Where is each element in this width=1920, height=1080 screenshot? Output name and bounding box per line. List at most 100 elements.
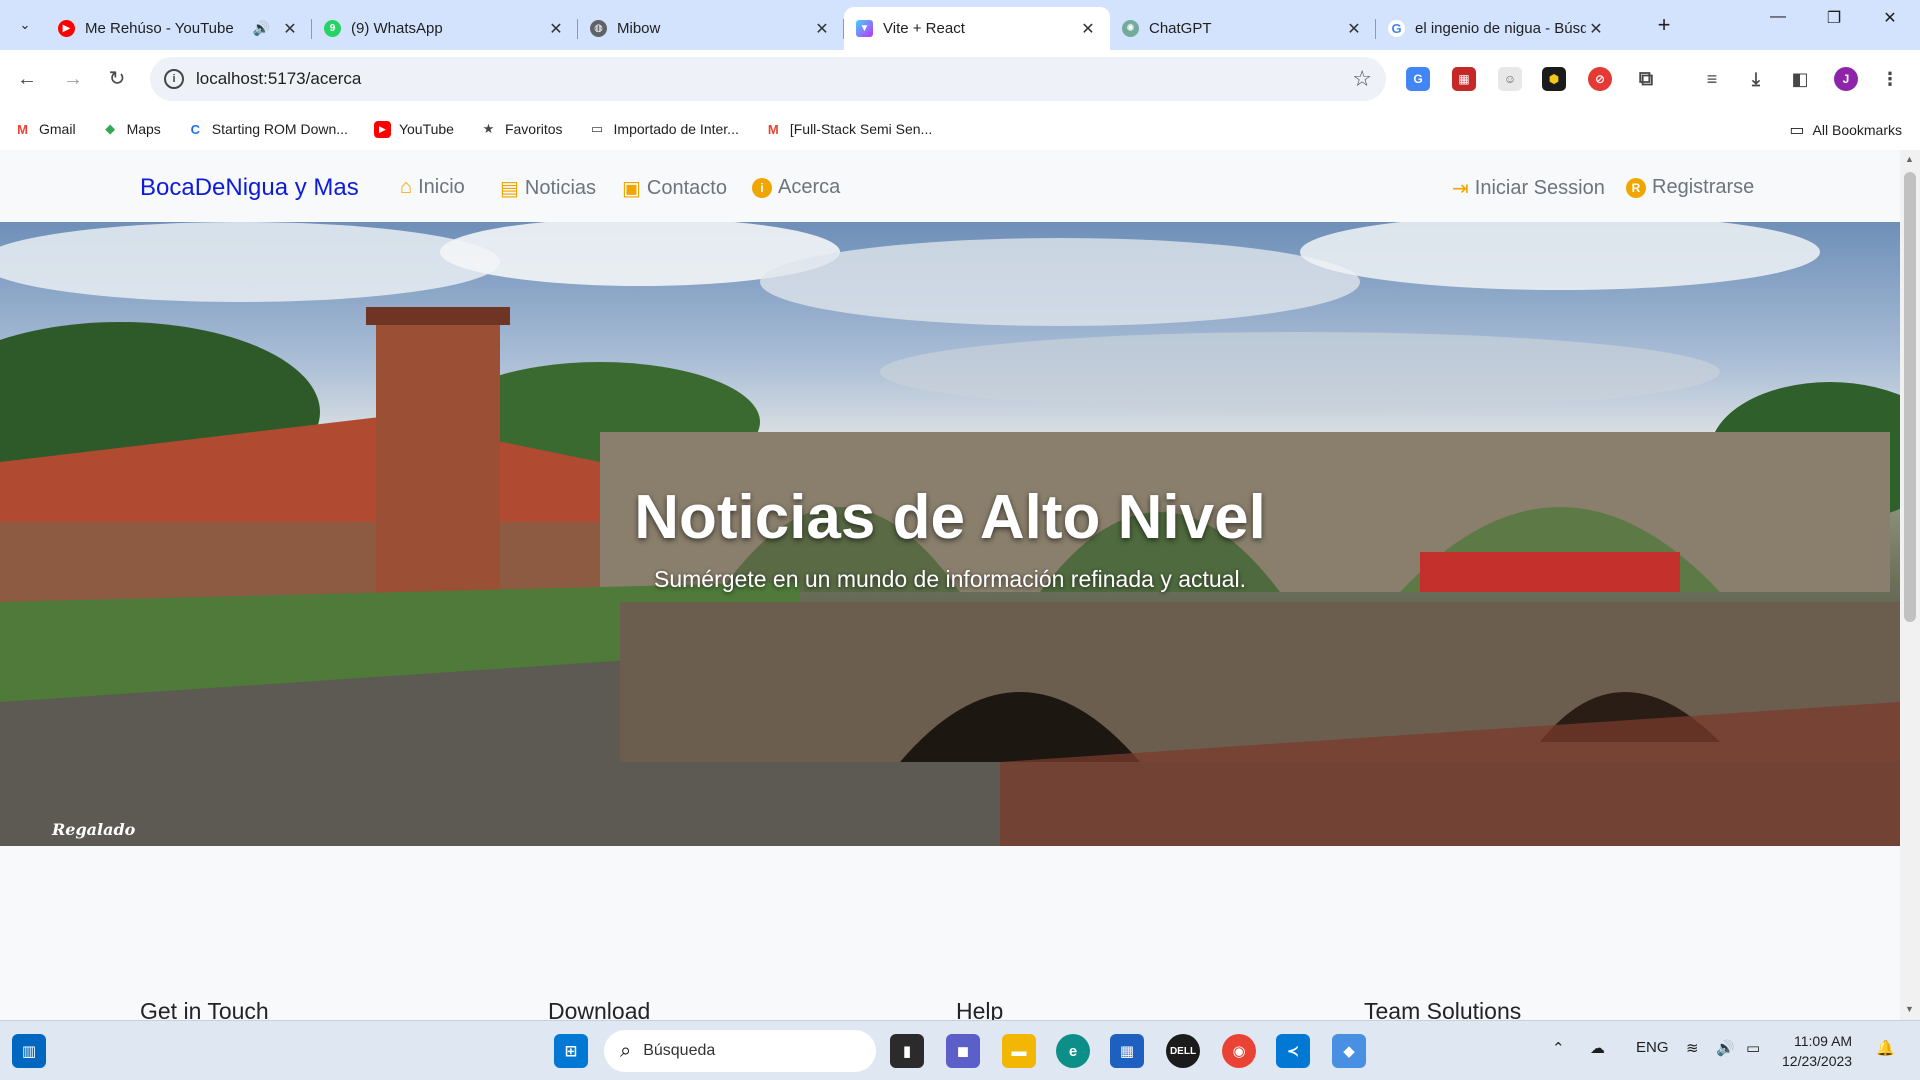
teams-icon[interactable]: ◼ (946, 1034, 980, 1068)
media-queue-icon[interactable]: ≡ (1700, 67, 1724, 91)
bookmark-importado[interactable]: ▭ Importado de Inter... (589, 121, 739, 138)
vite-icon: ▼ (856, 20, 873, 37)
extension-blocker-icon[interactable]: ⊘ (1588, 67, 1612, 91)
extension-red-icon[interactable]: ▦ (1452, 67, 1476, 91)
battery-icon[interactable]: ▭ (1746, 1039, 1760, 1057)
close-window-icon[interactable]: ✕ (1870, 8, 1910, 28)
volume-icon[interactable]: 🔊 (1716, 1039, 1735, 1057)
nav-label: Iniciar Session (1474, 177, 1605, 199)
windows-taskbar: ▥ ⊞ ⌕ Búsqueda ▮ ◼ ▬ e ▦ DELL ◉ ≺ ◆ ⌃ ☁ … (0, 1020, 1920, 1080)
close-icon[interactable]: ✕ (546, 19, 566, 39)
taskbar-search[interactable]: ⌕ Búsqueda (604, 1030, 876, 1072)
close-icon[interactable]: ✕ (280, 19, 300, 39)
nav-register[interactable]: R Registrarse (1626, 176, 1754, 199)
url-text[interactable]: localhost:5173/acerca (196, 69, 1352, 89)
tray-overflow-icon[interactable]: ⌃ (1552, 1039, 1565, 1057)
bookmark-starting-rom[interactable]: C Starting ROM Down... (187, 121, 348, 138)
scroll-down-icon[interactable]: ▼ (1905, 1004, 1914, 1014)
folder-icon: ▭ (590, 121, 604, 136)
tab-mibow[interactable]: ◍ Mibow ✕ (578, 7, 844, 50)
close-icon[interactable]: ✕ (1586, 19, 1606, 39)
bookmark-youtube[interactable]: ▶ YouTube (373, 120, 454, 138)
nav-contacto[interactable]: ▣ Contacto (622, 176, 727, 201)
nav-label: Acerca (778, 176, 841, 198)
nav-noticias[interactable]: ▤ Noticias (500, 176, 596, 201)
notification-bell-icon[interactable]: 🔔 (1876, 1039, 1895, 1057)
bookmark-label: Favoritos (504, 121, 563, 137)
footer-heading-help: Help (956, 998, 1004, 1020)
tab-vite-react[interactable]: ▼ Vite + React ✕ (844, 7, 1110, 50)
extension-gold-icon[interactable]: ⬢ (1542, 67, 1566, 91)
tab-search-button[interactable]: ⌄ (10, 10, 40, 40)
profile-avatar[interactable]: J (1834, 67, 1858, 91)
bookmark-maps[interactable]: ◆ Maps (102, 121, 161, 138)
bookmark-label: YouTube (398, 121, 454, 137)
browser-toolbar: ← → ↻ i localhost:5173/acerca ☆ G ▦ ☺ ⬢ … (0, 50, 1920, 108)
footer-heading-get-in-touch: Get in Touch (140, 998, 269, 1020)
translate-extension-icon[interactable]: G (1406, 67, 1430, 91)
side-panel-icon[interactable]: ◧ (1788, 67, 1812, 91)
bookmark-label: Gmail (39, 121, 76, 137)
bookmark-gmail[interactable]: M Gmail (14, 121, 76, 138)
bookmark-favoritos[interactable]: ★ Favoritos (480, 121, 563, 138)
tab-title: (9) WhatsApp (351, 20, 443, 37)
youtube-icon: ▶ (58, 20, 75, 37)
app-diamond-icon[interactable]: ◆ (1332, 1034, 1366, 1068)
site-info-icon[interactable]: i (164, 69, 184, 89)
vscode-icon[interactable]: ≺ (1276, 1034, 1310, 1068)
globe-icon: ◍ (590, 20, 607, 37)
download-icon[interactable]: ⤓ (1744, 67, 1768, 91)
new-tab-button[interactable]: + (1650, 12, 1678, 38)
bookmark-label: Importado de Inter... (613, 121, 739, 137)
system-clock[interactable]: 11:09 AM 12/23/2023 (1782, 1031, 1852, 1071)
speaker-icon[interactable]: 🔊 (253, 20, 270, 37)
site-navbar: BocaDeNigua y Mas ⌂ Inicio ▤ Noticias ▣ … (0, 150, 1900, 222)
scroll-up-icon[interactable]: ▲ (1905, 154, 1914, 164)
site-brand[interactable]: BocaDeNigua y Mas (140, 174, 359, 202)
info-circle-icon: i (752, 177, 772, 198)
scrollbar-thumb[interactable] (1904, 172, 1916, 622)
close-icon[interactable]: ✕ (812, 19, 832, 39)
registered-icon: R (1626, 177, 1646, 198)
store-icon[interactable]: ▦ (1110, 1034, 1144, 1068)
file-explorer-icon[interactable]: ▬ (1002, 1034, 1036, 1068)
forward-icon[interactable]: → (58, 64, 88, 94)
wifi-icon[interactable]: ≋ (1686, 1039, 1699, 1057)
sign-in-icon: ⇥ (1452, 178, 1469, 200)
nav-acerca[interactable]: i Acerca (752, 176, 840, 199)
extensions-puzzle-icon[interactable]: ⧉ (1634, 67, 1658, 91)
close-icon[interactable]: ✕ (1344, 19, 1364, 39)
dell-icon[interactable]: DELL (1166, 1034, 1200, 1068)
menu-kebab-icon[interactable]: ⋮ (1878, 67, 1902, 91)
minimize-icon[interactable]: — (1758, 8, 1798, 26)
extension-face-icon[interactable]: ☺ (1498, 67, 1522, 91)
start-icon[interactable]: ⊞ (554, 1034, 588, 1068)
address-bar[interactable]: i localhost:5173/acerca ☆ (150, 57, 1386, 101)
restore-icon[interactable]: ❐ (1814, 8, 1854, 28)
nav-inicio[interactable]: ⌂ Inicio (400, 176, 465, 199)
tab-title: Me Rehúso - YouTube (85, 20, 234, 37)
footer-heading-download: Download (548, 998, 651, 1020)
back-icon[interactable]: ← (12, 64, 42, 94)
reload-icon[interactable]: ↻ (102, 64, 132, 94)
all-bookmarks-button[interactable]: ▭ All Bookmarks (1789, 120, 1902, 140)
onedrive-icon[interactable]: ☁ (1590, 1039, 1605, 1057)
tab-chatgpt[interactable]: ✺ ChatGPT ✕ (1110, 7, 1376, 50)
tab-whatsapp[interactable]: 9 (9) WhatsApp ✕ (312, 7, 578, 50)
tab-google-search[interactable]: G el ingenio de nigua - Búsq ✕ (1376, 7, 1618, 50)
clock-date: 12/23/2023 (1782, 1053, 1853, 1069)
bookmark-star-icon[interactable]: ☆ (1352, 66, 1372, 92)
page-scrollbar[interactable]: ▲ ▼ (1900, 150, 1920, 1020)
nav-login[interactable]: ⇥ Iniciar Session (1452, 176, 1605, 201)
bookmark-fullstack[interactable]: M [Full-Stack Semi Sen... (765, 121, 932, 138)
youtube-icon: ▶ (373, 120, 391, 138)
task-view-icon[interactable]: ▮ (890, 1034, 924, 1068)
home-icon: ⌂ (400, 176, 413, 198)
close-icon[interactable]: ✕ (1078, 19, 1098, 39)
edge-icon[interactable]: e (1056, 1034, 1090, 1068)
widgets-icon[interactable]: ▥ (12, 1034, 46, 1068)
language-indicator[interactable]: ENG (1636, 1039, 1669, 1056)
tab-list: ▶ Me Rehúso - YouTube 🔊 ✕ 9 (9) WhatsApp… (46, 7, 1618, 50)
tab-youtube[interactable]: ▶ Me Rehúso - YouTube 🔊 ✕ (46, 7, 312, 50)
chrome-icon[interactable]: ◉ (1222, 1034, 1256, 1068)
